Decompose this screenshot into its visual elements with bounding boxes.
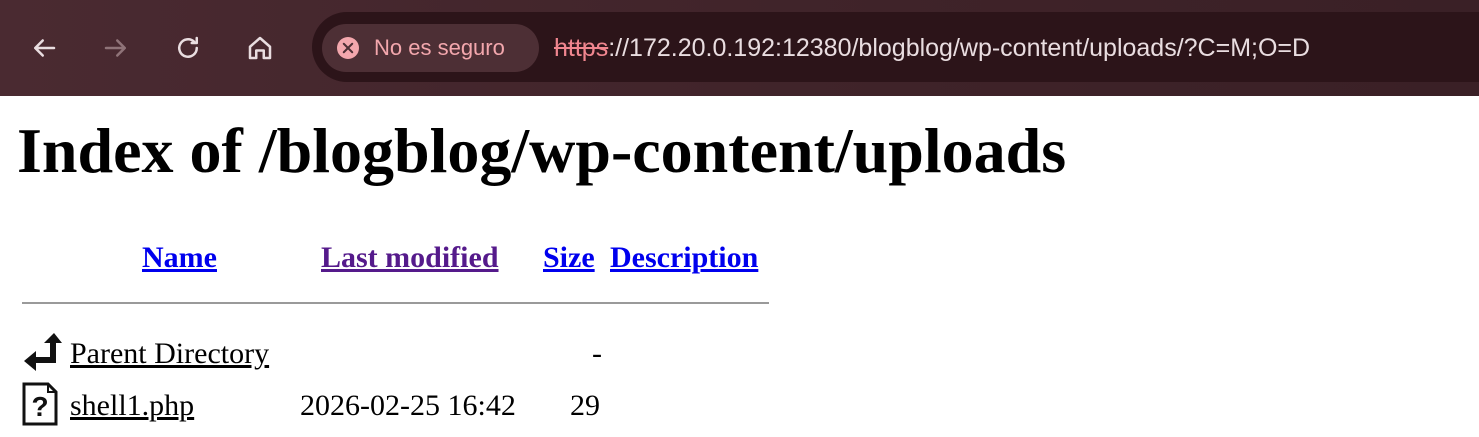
forward-button[interactable] [92, 24, 140, 72]
arrow-right-icon [104, 39, 126, 57]
header-divider [22, 302, 769, 304]
security-label: No es seguro [374, 35, 505, 60]
arrow-left-icon [34, 39, 56, 57]
back-arrow-icon [22, 331, 62, 371]
file-link[interactable]: shell1.php [70, 388, 194, 424]
row-size: 29 [570, 389, 600, 422]
svg-text:?: ? [31, 391, 48, 422]
url-scheme: https [554, 34, 609, 62]
not-secure-icon [337, 37, 359, 59]
url-text[interactable]: https://172.20.0.192:12380/blogblog/wp-c… [554, 32, 1310, 64]
unknown-file-icon: ? [22, 382, 58, 426]
column-header-size[interactable]: Size [543, 240, 595, 276]
column-header-name[interactable]: Name [142, 240, 217, 276]
row-modified: 2026-02-25 16:42 [300, 389, 516, 422]
column-header-description[interactable]: Description [610, 240, 758, 276]
back-button[interactable] [20, 24, 68, 72]
home-button[interactable] [236, 24, 284, 72]
url-rest: ://172.20.0.192:12380/blogblog/wp-conten… [608, 34, 1311, 62]
home-icon [248, 36, 272, 60]
parent-directory-link[interactable]: Parent Directory [70, 336, 269, 372]
browser-toolbar: No es seguro https://172.20.0.192:12380/… [0, 0, 1479, 96]
security-chip[interactable]: No es seguro [322, 24, 539, 72]
reload-button[interactable] [164, 24, 212, 72]
reload-icon [178, 36, 198, 58]
page-title: Index of /blogblog/wp-content/uploads [17, 115, 1067, 186]
column-header-last-modified[interactable]: Last modified [321, 240, 499, 276]
row-size: - [592, 337, 602, 370]
